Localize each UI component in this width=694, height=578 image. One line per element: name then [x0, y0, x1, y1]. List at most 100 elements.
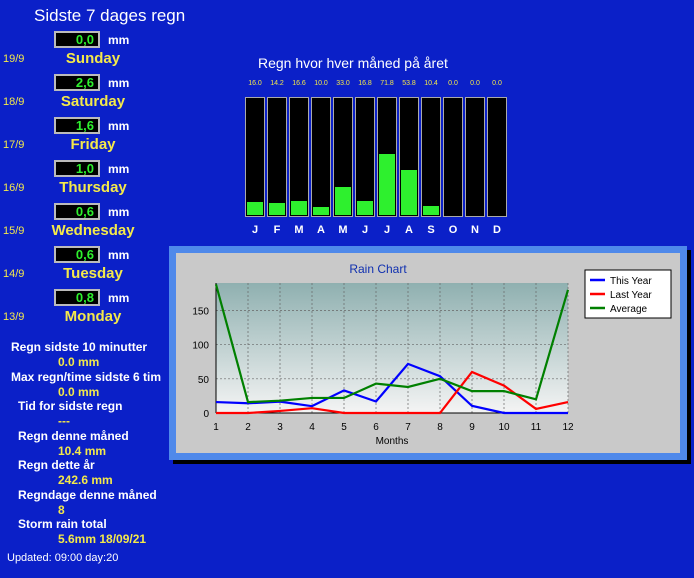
legend-label: Average — [610, 304, 648, 315]
month-bar — [399, 97, 419, 217]
x-tick-label: 10 — [498, 422, 510, 433]
month-value-label: 53.8 — [402, 80, 416, 87]
day-rain-value: 1,6 — [54, 117, 100, 134]
month-bar — [289, 97, 309, 217]
monthly-rain-title: Regn hvor hver måned på året — [258, 55, 448, 71]
month-bar-fill — [313, 207, 329, 215]
x-tick-label: 1 — [213, 422, 219, 433]
month-bar — [377, 97, 397, 217]
day-name: Thursday — [59, 179, 127, 196]
month-value-label: 71.8 — [380, 80, 394, 87]
month-value-label: 10.0 — [314, 80, 328, 87]
unit-label: mm — [108, 162, 130, 176]
month-value-label: 10.4 — [424, 80, 438, 87]
x-tick-label: 2 — [245, 422, 251, 433]
month-bar-fill — [335, 187, 351, 215]
y-tick-label: 50 — [198, 375, 210, 386]
x-tick-label: 4 — [309, 422, 315, 433]
stat-label: Storm rain total — [18, 517, 107, 531]
day-rain-value: 0,6 — [54, 246, 100, 263]
day-name: Saturday — [60, 93, 126, 110]
y-tick-label: 150 — [192, 306, 209, 317]
month-letter: M — [338, 224, 348, 236]
month-bar — [487, 97, 507, 217]
month-letter: M — [294, 224, 304, 236]
x-tick-label: 12 — [562, 422, 574, 433]
month-bar-fill — [379, 154, 395, 215]
stat-label: Regn dette år — [18, 458, 95, 472]
legend-label: This Year — [610, 276, 652, 287]
x-tick-label: 3 — [277, 422, 283, 433]
month-bar — [355, 97, 375, 217]
month-bar — [311, 97, 331, 217]
day-name: Sunday — [65, 50, 121, 67]
x-axis-label: Months — [376, 436, 409, 447]
unit-label: mm — [108, 76, 130, 90]
month-bar-fill — [269, 203, 285, 215]
day-rain-value: 1,0 — [54, 160, 100, 177]
month-letter: A — [317, 224, 325, 236]
month-value-label: 16.0 — [248, 80, 262, 87]
month-bar-fill — [247, 202, 263, 215]
unit-label: mm — [108, 248, 130, 262]
month-letter: D — [493, 224, 501, 236]
month-bar — [443, 97, 463, 217]
month-value-label: 0.0 — [448, 80, 458, 87]
month-letter: A — [405, 224, 413, 236]
stat-value: 0.0 mm — [58, 384, 100, 399]
month-value-label: 0.0 — [470, 80, 480, 87]
day-name: Wednesday — [51, 222, 135, 239]
day-name: Friday — [70, 136, 116, 153]
day-rain-value: 0,8 — [54, 289, 100, 306]
unit-label: mm — [108, 205, 130, 219]
stat-label: Max regn/time sidste 6 tim — [11, 369, 162, 384]
stat-label: Regn sidste 10 minutter — [11, 340, 148, 354]
x-tick-label: 5 — [341, 422, 347, 433]
month-value-label: 16.8 — [358, 80, 372, 87]
month-bar — [333, 97, 353, 217]
month-value-label: 33.0 — [336, 80, 350, 87]
stat-label: Tid for sidste regn — [18, 399, 123, 413]
month-letter: J — [383, 224, 391, 236]
day-rain-value: 0,6 — [54, 203, 100, 220]
day-name: Monday — [64, 308, 122, 325]
day-rain-value: 0,0 — [54, 31, 100, 48]
month-letter: F — [273, 224, 281, 236]
month-letter: J — [361, 224, 369, 236]
x-tick-label: 11 — [531, 422, 542, 433]
y-tick-label: 0 — [203, 409, 209, 420]
stat-value: 242.6 mm — [58, 473, 113, 487]
stat-value: 8 — [58, 502, 65, 517]
month-bar-fill — [357, 201, 373, 215]
stat-value: 0.0 mm — [58, 355, 100, 369]
month-letter: S — [427, 224, 435, 236]
stat-value: 10.4 mm — [58, 443, 107, 458]
page-title: Sidste 7 dages regn — [34, 6, 186, 25]
month-value-label: 16.6 — [292, 80, 306, 87]
month-bar — [421, 97, 441, 217]
month-bar — [465, 97, 485, 217]
month-bar — [245, 97, 265, 217]
unit-label: mm — [108, 119, 130, 133]
month-value-label: 14.2 — [270, 80, 284, 87]
month-bar — [267, 97, 287, 217]
x-tick-label: 7 — [405, 422, 411, 433]
stat-label: Regndage denne måned — [18, 487, 157, 502]
updated-text: Updated: 09:00 day:20 — [7, 552, 119, 564]
month-bar-fill — [423, 206, 439, 215]
month-bar-fill — [401, 170, 417, 215]
month-bar-fill — [291, 201, 307, 215]
y-tick-label: 100 — [192, 341, 209, 352]
month-value-label: 0.0 — [492, 80, 502, 87]
month-letter: J — [251, 224, 259, 236]
stat-label: Regn denne måned — [18, 428, 129, 443]
month-letter: O — [448, 224, 458, 236]
unit-label: mm — [108, 291, 130, 305]
day-name: Tuesday — [63, 265, 123, 282]
unit-label: mm — [108, 33, 130, 47]
legend-label: Last Year — [610, 290, 652, 301]
x-tick-label: 8 — [437, 422, 443, 433]
stat-value: --- — [58, 414, 70, 428]
rain-chart-title: Rain Chart — [349, 262, 407, 276]
x-tick-label: 9 — [469, 422, 475, 433]
